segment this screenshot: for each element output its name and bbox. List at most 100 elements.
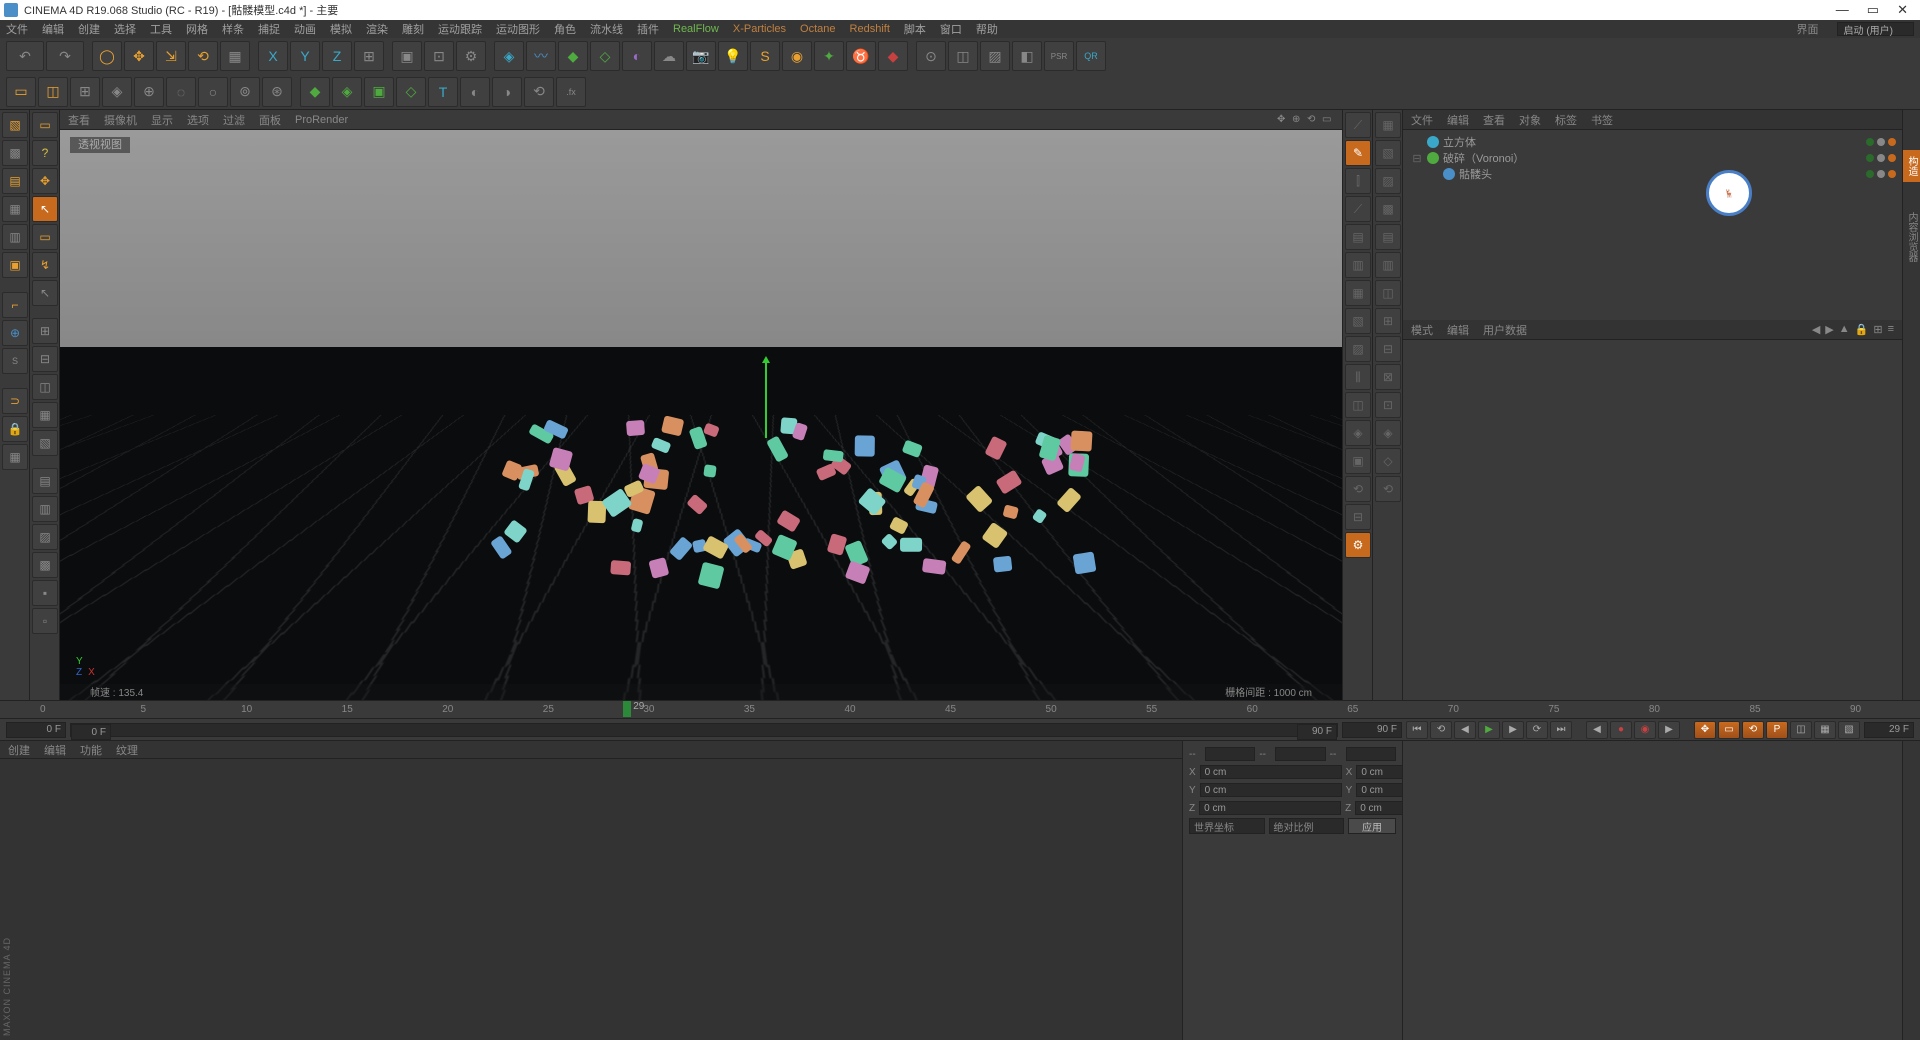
range-start-field[interactable]	[6, 722, 66, 738]
close-button[interactable]: ✕	[1897, 2, 1908, 18]
menu-帮助[interactable]: 帮助	[976, 21, 998, 37]
x-axis-lock[interactable]: X	[258, 41, 288, 71]
deformer[interactable]: ◐	[622, 41, 652, 71]
tp-10[interactable]: ▧	[32, 430, 58, 456]
tp-5[interactable]: ↖	[32, 280, 58, 306]
menu-X-Particles[interactable]: X-Particles	[733, 23, 786, 35]
rs2-14[interactable]: ⟲	[1375, 476, 1401, 502]
goto-end[interactable]: ⏭	[1550, 721, 1572, 739]
plugin-s[interactable]: S	[750, 41, 780, 71]
rs1-pen[interactable]: ✎	[1345, 140, 1371, 166]
vp-nav-3[interactable]: ⟲	[1307, 114, 1319, 126]
rs2-13[interactable]: ◇	[1375, 448, 1401, 474]
object-manager[interactable]: 🦌 立方体⊟破碎（Voronoi）骷髅头	[1403, 130, 1902, 320]
psr-tool[interactable]: PSR	[1044, 41, 1074, 71]
coord-mode-a[interactable]: 世界坐标	[1189, 818, 1265, 834]
perspective-viewport[interactable]: 透视视图 YZX 帧速 : 135.4 栅格间距 : 1000 cm	[60, 130, 1342, 700]
rs2-5[interactable]: ▤	[1375, 224, 1401, 250]
environment[interactable]: ☁	[654, 41, 684, 71]
tp-16[interactable]: ▫	[32, 608, 58, 634]
coord-apply-button[interactable]: 应用	[1348, 818, 1396, 834]
kf-opt1[interactable]: ▦	[1814, 721, 1836, 739]
object-破碎（Voronoi）[interactable]: ⊟破碎（Voronoi）	[1403, 150, 1902, 166]
view-tab-面板[interactable]: 面板	[259, 112, 281, 128]
sel-tool-1[interactable]: ▭	[6, 77, 36, 107]
menu-脚本[interactable]: 脚本	[904, 21, 926, 37]
tool-c[interactable]: ▨	[980, 41, 1010, 71]
rotate-tool[interactable]: ⟲	[188, 41, 218, 71]
rs2-2[interactable]: ▧	[1375, 140, 1401, 166]
undo-button[interactable]: ↶	[6, 41, 44, 71]
gen-4[interactable]: ◇	[396, 77, 426, 107]
vp-nav-2[interactable]: ⊕	[1292, 114, 1304, 126]
axis-2[interactable]: ⊕	[2, 320, 28, 346]
menu-角色[interactable]: 角色	[554, 21, 576, 37]
menu-创建[interactable]: 创建	[78, 21, 100, 37]
object-骷髅头[interactable]: 骷髅头	[1403, 166, 1902, 182]
gen-3[interactable]: ▣	[364, 77, 394, 107]
menu-Redshift[interactable]: Redshift	[850, 23, 890, 35]
range-end-field[interactable]	[1342, 722, 1402, 738]
rs2-9[interactable]: ⊟	[1375, 336, 1401, 362]
camera[interactable]: 📷	[686, 41, 716, 71]
menu-运动跟踪[interactable]: 运动跟踪	[438, 21, 482, 37]
key-next[interactable]: ▶	[1658, 721, 1680, 739]
menu-网格[interactable]: 网格	[186, 21, 208, 37]
tp-3[interactable]: ▭	[32, 224, 58, 250]
object-立方体[interactable]: 立方体	[1403, 134, 1902, 150]
gen-7[interactable]: ◑	[492, 77, 522, 107]
timeline-scrollbar[interactable]	[70, 723, 1338, 737]
attr-nav-up[interactable]: ▲	[1839, 323, 1850, 336]
view-tab-查看[interactable]: 查看	[68, 112, 90, 128]
rs2-12[interactable]: ◈	[1375, 420, 1401, 446]
lock-tool[interactable]: 🔒	[2, 416, 28, 442]
rs1-1[interactable]: ⟋	[1345, 112, 1371, 138]
kf-opt2[interactable]: ▧	[1838, 721, 1860, 739]
menu-模拟[interactable]: 模拟	[330, 21, 352, 37]
plugin-o[interactable]: ◉	[782, 41, 812, 71]
menu-渲染[interactable]: 渲染	[366, 21, 388, 37]
plugin-x[interactable]: ✦	[814, 41, 844, 71]
tp-4[interactable]: ↯	[32, 252, 58, 278]
obj-tab-文件[interactable]: 文件	[1411, 112, 1433, 128]
redo-button[interactable]: ↷	[46, 41, 84, 71]
last-tool[interactable]: ▦	[220, 41, 250, 71]
tool-b[interactable]: ◫	[948, 41, 978, 71]
menu-捕捉[interactable]: 捕捉	[258, 21, 280, 37]
kf-param[interactable]: P	[1766, 721, 1788, 739]
vtab-2[interactable]: 内容浏览器	[1904, 212, 1919, 262]
attr-tab-模式[interactable]: 模式	[1411, 322, 1433, 338]
texture-mode[interactable]: ▩	[2, 140, 28, 166]
gen-2[interactable]: ◈	[332, 77, 362, 107]
menu-Octane[interactable]: Octane	[800, 23, 835, 35]
rs1-14[interactable]: ⟲	[1345, 476, 1371, 502]
range-inner-start[interactable]	[71, 724, 111, 740]
sel-tool-9[interactable]: ⊛	[262, 77, 292, 107]
rs1-8[interactable]: ▧	[1345, 308, 1371, 334]
obj-tab-查看[interactable]: 查看	[1483, 112, 1505, 128]
view-tab-过滤[interactable]: 过滤	[223, 112, 245, 128]
vtab-1[interactable]: 构造	[1903, 150, 1920, 182]
prev-frame[interactable]: ◀	[1454, 721, 1476, 739]
z-axis-lock[interactable]: Z	[322, 41, 352, 71]
spline-primitive[interactable]: 〰	[526, 41, 556, 71]
rs1-4[interactable]: ⟋	[1345, 196, 1371, 222]
tp-15[interactable]: ▪	[32, 580, 58, 606]
maximize-button[interactable]: ▭	[1867, 2, 1879, 18]
point-mode[interactable]: ▦	[2, 196, 28, 222]
render-region[interactable]: ⊡	[424, 41, 454, 71]
sel-tool-4[interactable]: ◈	[102, 77, 132, 107]
tp-7[interactable]: ⊟	[32, 346, 58, 372]
kf-pla[interactable]: ◫	[1790, 721, 1812, 739]
vp-nav-1[interactable]: ✥	[1277, 114, 1289, 126]
move-tool[interactable]: ✥	[124, 41, 154, 71]
tp-11[interactable]: ▤	[32, 468, 58, 494]
record-button[interactable]: ●	[1610, 721, 1632, 739]
rs1-gear[interactable]: ⚙	[1345, 532, 1371, 558]
material-manager[interactable]: 创建编辑功能纹理	[0, 741, 1182, 1040]
vp-nav-4[interactable]: ▭	[1322, 114, 1334, 126]
rs2-4[interactable]: ▩	[1375, 196, 1401, 222]
rs1-7[interactable]: ▦	[1345, 280, 1371, 306]
rs2-7[interactable]: ◫	[1375, 280, 1401, 306]
render-settings[interactable]: ⚙	[456, 41, 486, 71]
